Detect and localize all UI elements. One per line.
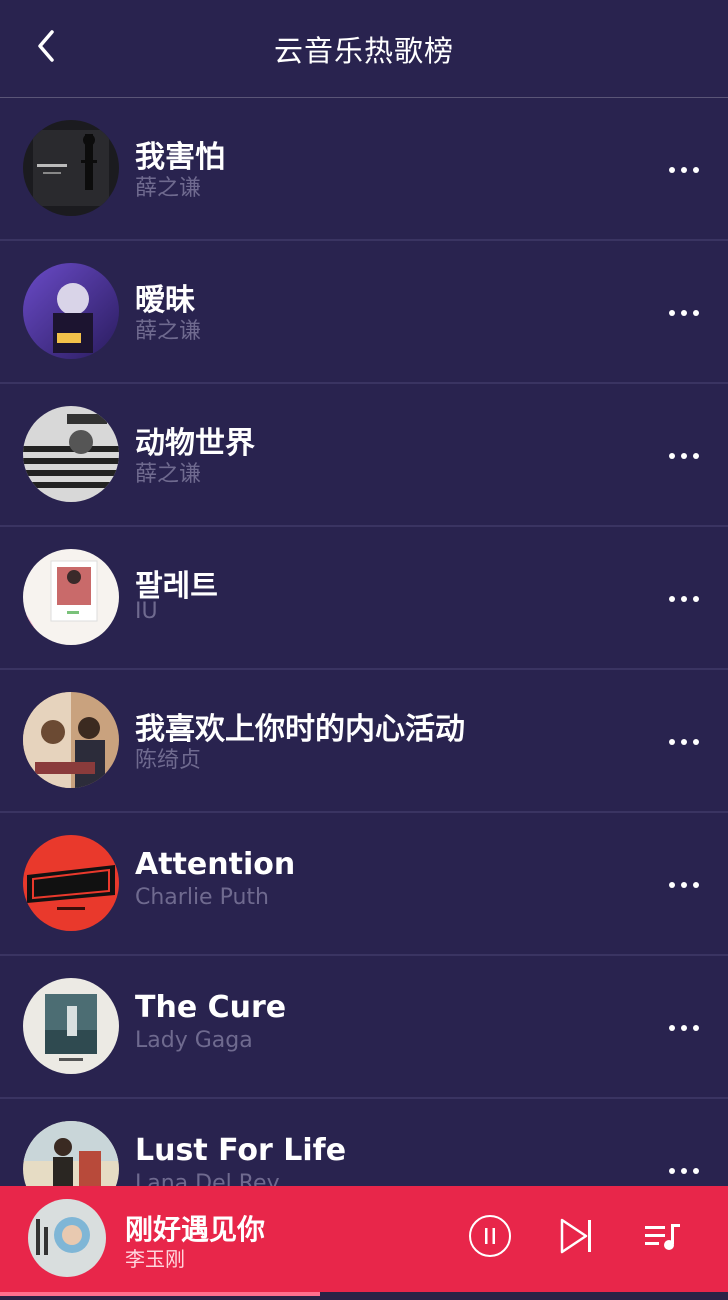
album-cover — [23, 835, 119, 931]
more-horizontal-icon — [669, 882, 699, 888]
song-row[interactable]: 팔레트 IU — [0, 527, 728, 670]
song-row[interactable]: 我喜欢上你时的内心活动 陈绮贞 — [0, 670, 728, 813]
song-row[interactable]: 动物世界 薛之谦 — [0, 384, 728, 527]
album-cover — [23, 406, 119, 502]
more-horizontal-icon — [669, 1168, 699, 1174]
now-playing-cover[interactable] — [28, 1199, 106, 1277]
album-cover — [23, 692, 119, 788]
song-title: The Cure — [135, 990, 287, 1025]
more-horizontal-icon — [669, 453, 699, 459]
song-row[interactable]: The Cure Lady Gaga — [0, 956, 728, 1099]
playback-progress[interactable] — [0, 1292, 728, 1300]
more-horizontal-icon — [669, 596, 699, 602]
song-artist: 薛之谦 — [135, 176, 202, 201]
more-horizontal-icon — [669, 739, 699, 745]
more-options-button[interactable] — [662, 295, 706, 331]
more-options-button[interactable] — [662, 867, 706, 903]
more-options-button[interactable] — [662, 1010, 706, 1046]
album-cover — [23, 120, 119, 216]
song-list: 我害怕 薛之谦 暧昧 薛之谦 动物世界 薛之谦 팔레트 IU 我喜欢上你时的内心… — [0, 98, 728, 1242]
more-horizontal-icon — [669, 310, 699, 316]
more-horizontal-icon — [669, 1025, 699, 1031]
song-title: Attention — [135, 847, 296, 882]
more-options-button[interactable] — [662, 438, 706, 474]
song-artist: 薛之谦 — [135, 319, 202, 344]
album-cover — [23, 978, 119, 1074]
skip-next-icon — [560, 1218, 591, 1254]
song-title: Lust For Life — [135, 1133, 347, 1168]
album-cover — [23, 263, 119, 359]
page-title: 云音乐热歌榜 — [273, 34, 454, 68]
pause-icon — [469, 1215, 511, 1257]
song-artist: 薛之谦 — [135, 462, 202, 487]
now-playing-bar[interactable]: 刚好遇见你 李玉刚 — [0, 1186, 728, 1300]
now-playing-artist: 李玉刚 — [125, 1247, 185, 1271]
pause-button[interactable] — [466, 1212, 514, 1260]
next-button[interactable] — [554, 1214, 598, 1258]
playlist-button[interactable] — [640, 1216, 686, 1256]
song-row[interactable]: 暧昧 薛之谦 — [0, 241, 728, 384]
song-row[interactable]: 我害怕 薛之谦 — [0, 98, 728, 241]
more-options-button[interactable] — [662, 724, 706, 760]
song-artist: 陈绮贞 — [135, 748, 202, 773]
song-artist: Charlie Puth — [135, 885, 269, 910]
more-horizontal-icon — [669, 167, 699, 173]
now-playing-title: 刚好遇见你 — [125, 1213, 266, 1246]
song-artist: Lady Gaga — [135, 1028, 253, 1053]
more-options-button[interactable] — [662, 581, 706, 617]
more-options-button[interactable] — [662, 152, 706, 188]
album-cover — [23, 549, 119, 645]
playlist-icon — [645, 1224, 680, 1250]
top-bar: 云音乐热歌榜 — [0, 0, 728, 98]
song-artist: IU — [135, 599, 158, 624]
playback-progress-fill — [0, 1292, 321, 1296]
more-options-button[interactable] — [662, 1153, 706, 1189]
song-row[interactable]: Attention Charlie Puth — [0, 813, 728, 956]
